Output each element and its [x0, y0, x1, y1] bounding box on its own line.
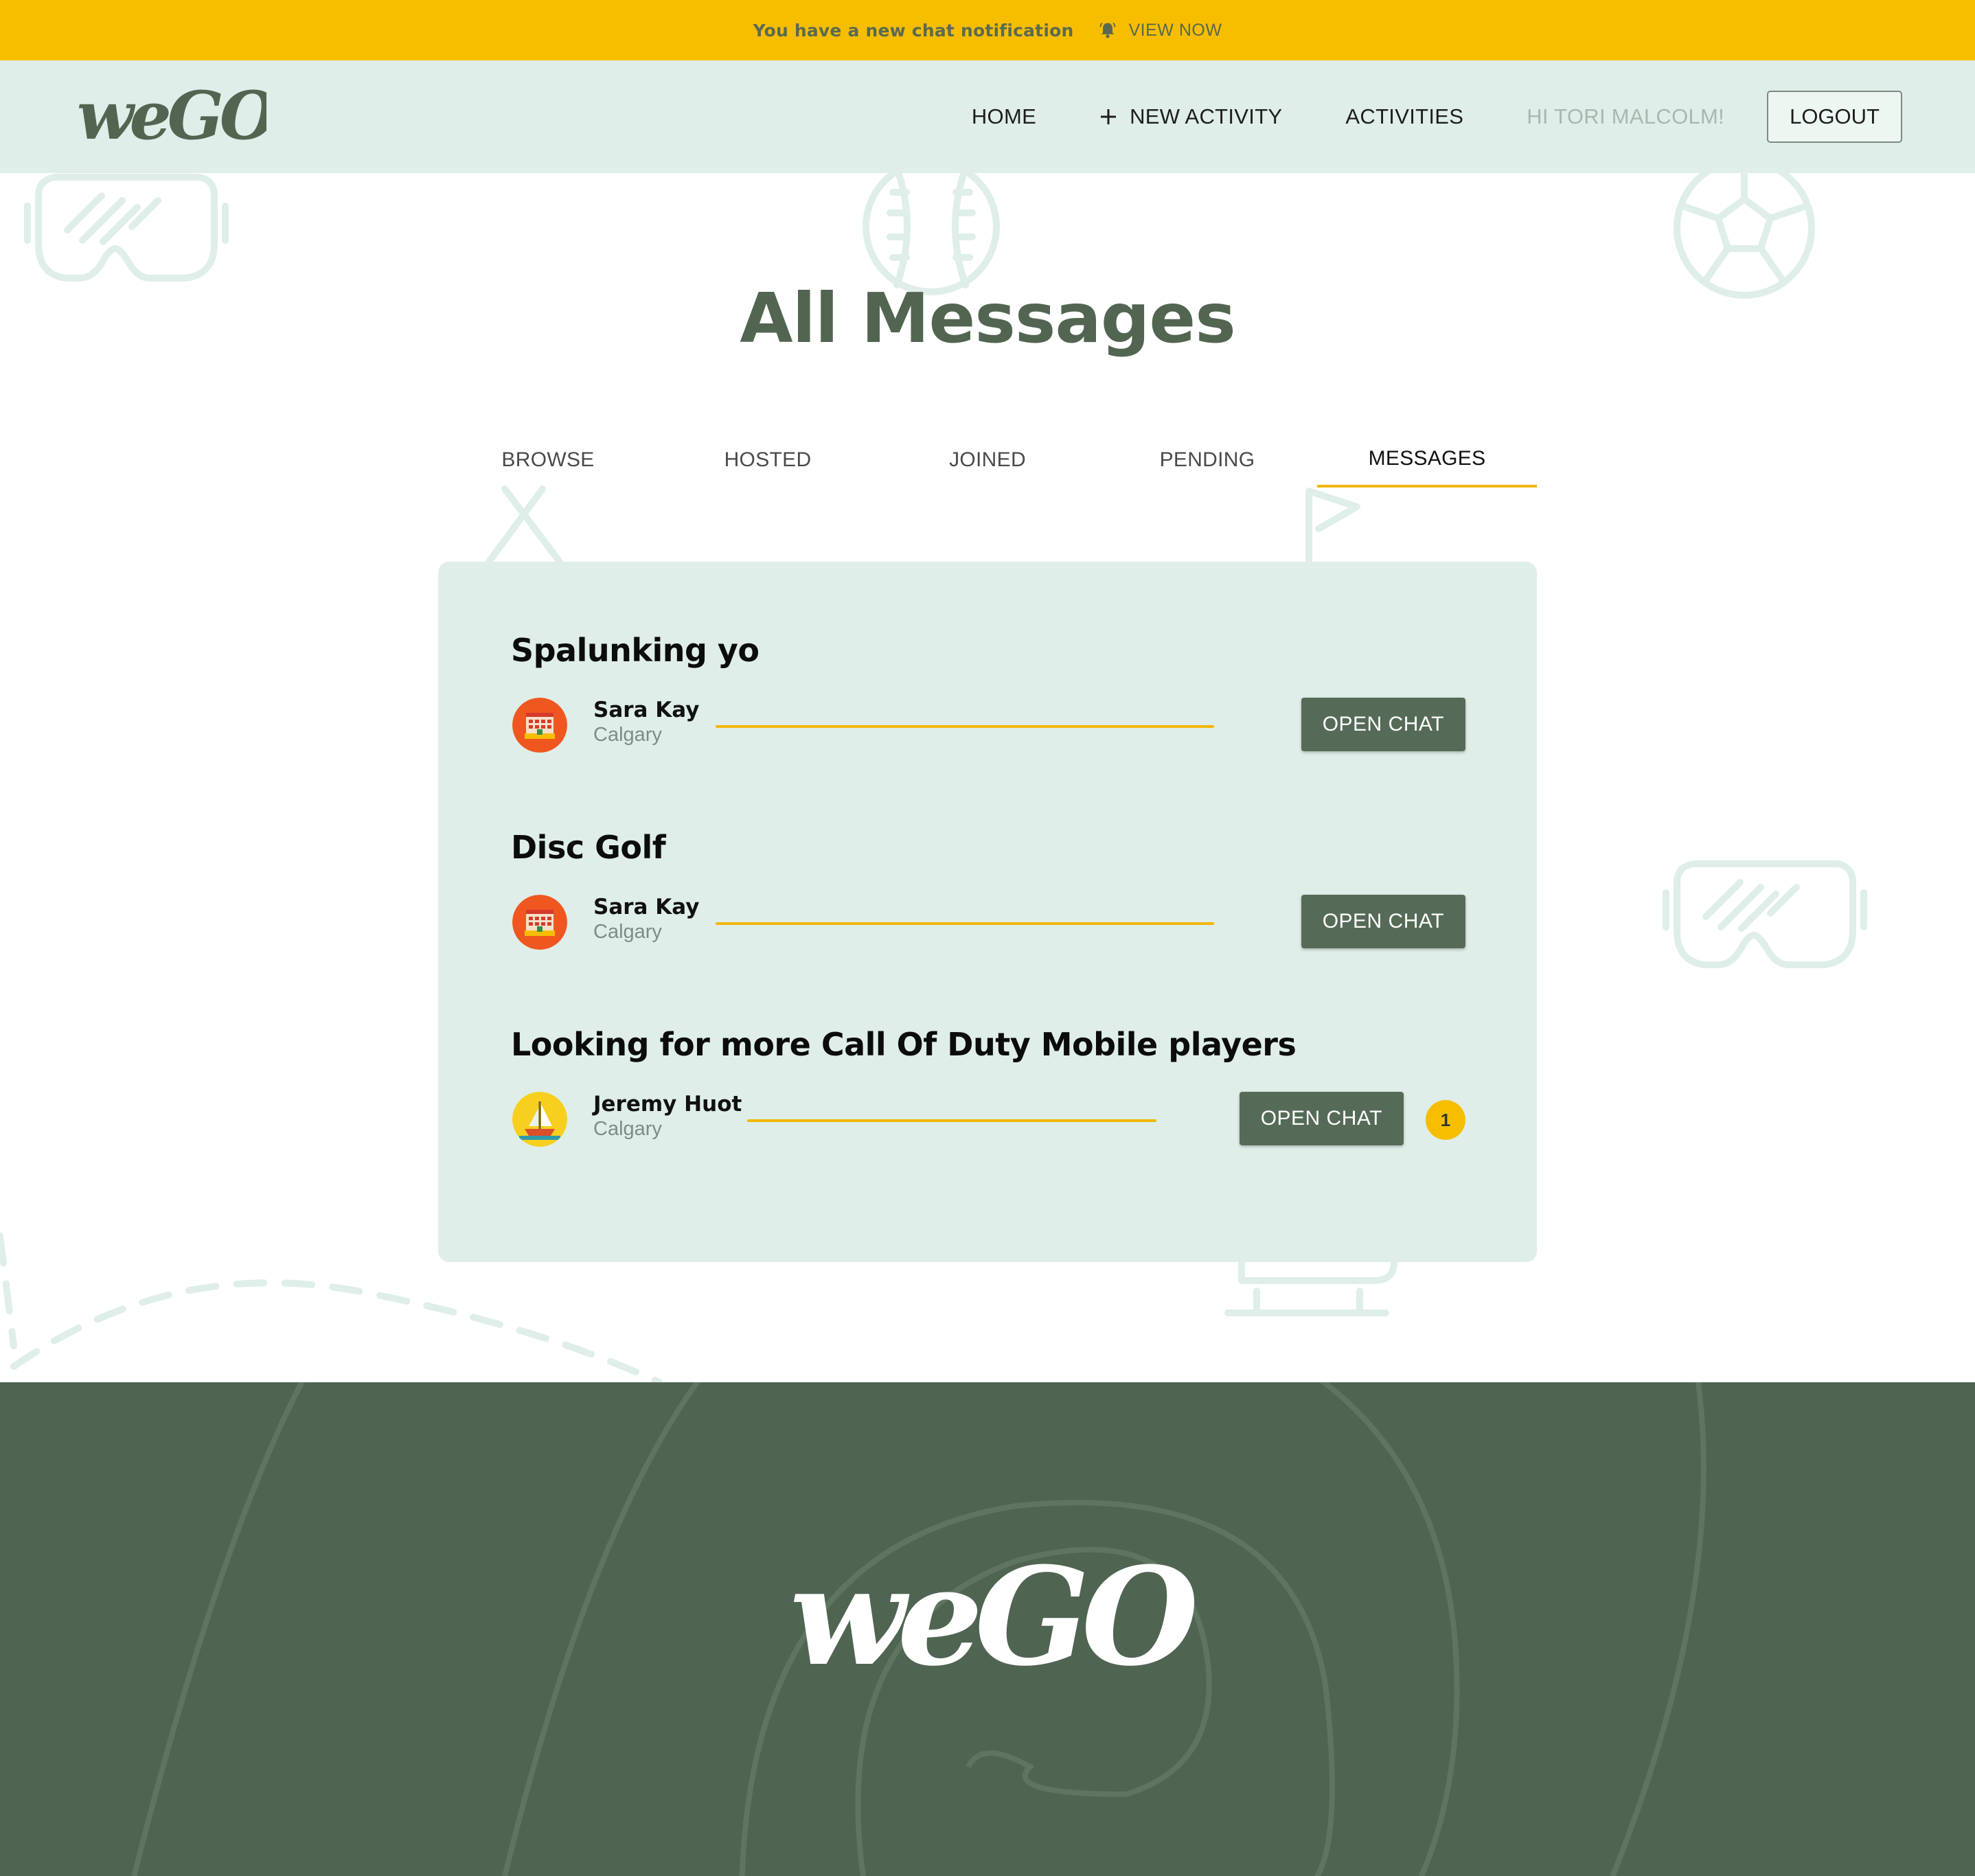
tab-pending[interactable]: PENDING [1097, 433, 1317, 488]
user-name: Sara Kay [593, 698, 700, 722]
open-chat-button[interactable]: OPEN CHAT [1239, 1092, 1404, 1145]
baseball-decor-icon [863, 158, 1000, 295]
footer-logo-mark: weGO [790, 1538, 1207, 1696]
logout-button[interactable]: LOGOUT [1767, 91, 1902, 143]
wego-logo-mark: weGO [77, 77, 281, 155]
nav-home[interactable]: HOME [972, 104, 1036, 129]
svg-text:weGO: weGO [790, 1538, 1198, 1696]
chat-user: Sara Kay Calgary [593, 698, 699, 746]
nav-activities[interactable]: ACTIVITIES [1345, 104, 1463, 129]
goggles-decor-icon [24, 174, 229, 282]
sailboat-avatar-icon [512, 1092, 567, 1147]
tab-messages[interactable]: MESSAGES [1317, 433, 1537, 488]
tab-hosted[interactable]: HOSTED [658, 433, 878, 488]
flag-decor-icon [1305, 488, 1360, 565]
activity-tabs: BROWSE HOSTED JOINED PENDING MESSAGES [438, 433, 1537, 488]
messages-panel: Spalunking yo Sara Kay Calgary OPEN CHAT… [438, 562, 1537, 1262]
footer-wego-logo: weGO [786, 1533, 1207, 1702]
goggles-decor-icon-right [1663, 860, 1867, 968]
top-navbar: weGO HOME NEW ACTIVITY ACTIVITIES HI TOR… [0, 60, 1975, 173]
svg-text:weGO: weGO [77, 77, 266, 155]
page-title: All Messages [740, 278, 1236, 358]
thread-item: Disc Golf Sara Kay Calgary OPEN CHAT [511, 829, 1465, 961]
chat-row: Jeremy Huot Calgary OPEN CHAT 1 [511, 1082, 1465, 1158]
open-chat-button[interactable]: OPEN CHAT [1301, 895, 1465, 948]
plus-icon [1101, 109, 1117, 124]
user-city: Calgary [593, 724, 662, 746]
view-now-link[interactable]: VIEW NOW [1098, 21, 1222, 41]
bell-icon [1100, 22, 1116, 38]
chat-user: Jeremy Huot Calgary [593, 1092, 742, 1141]
open-chat-button[interactable]: OPEN CHAT [1301, 698, 1465, 751]
chat-row: Sara Kay Calgary OPEN CHAT [511, 885, 1465, 961]
notification-bar: You have a new chat notification VIEW NO… [0, 0, 1975, 60]
row-divider [716, 725, 1214, 728]
chat-user: Sara Kay Calgary [593, 895, 699, 943]
thread-title: Disc Golf [511, 829, 666, 866]
user-name: Jeremy Huot [593, 1092, 742, 1117]
user-name: Sara Kay [593, 895, 700, 919]
view-now-label: VIEW NOW [1128, 20, 1222, 40]
user-city: Calgary [593, 921, 662, 943]
nav-new-activity-label: NEW ACTIVITY [1130, 104, 1283, 128]
skate-decor-icon [1224, 1259, 1397, 1316]
user-city: Calgary [593, 1118, 662, 1140]
thread-item: Spalunking yo Sara Kay Calgary OPEN CHAT [511, 632, 1465, 764]
nav-new-activity[interactable]: NEW ACTIVITY [1099, 104, 1282, 129]
building-avatar-icon [512, 895, 567, 950]
thread-item: Looking for more Call Of Duty Mobile pla… [511, 1026, 1465, 1158]
wego-logo[interactable]: weGO [74, 76, 281, 161]
thread-title: Looking for more Call Of Duty Mobile pla… [511, 1026, 1297, 1063]
thread-title: Spalunking yo [511, 632, 760, 669]
row-divider [747, 1119, 1156, 1122]
tent-decor-icon [486, 485, 563, 565]
row-divider [716, 922, 1214, 925]
unread-count-badge: 1 [1426, 1100, 1465, 1140]
tab-joined[interactable]: JOINED [878, 433, 1097, 488]
user-greeting: HI TORI MALCOLM! [1527, 104, 1725, 128]
chat-row: Sara Kay Calgary OPEN CHAT [511, 688, 1465, 764]
soccer-ball-decor-icon [1674, 157, 1815, 299]
nav-links: HOME NEW ACTIVITY ACTIVITIES HI TORI MAL… [972, 60, 1902, 173]
tab-browse[interactable]: BROWSE [438, 433, 658, 488]
footer: weGO [0, 1382, 1975, 1876]
notification-message: You have a new chat notification [753, 20, 1074, 41]
building-avatar-icon [512, 698, 567, 753]
